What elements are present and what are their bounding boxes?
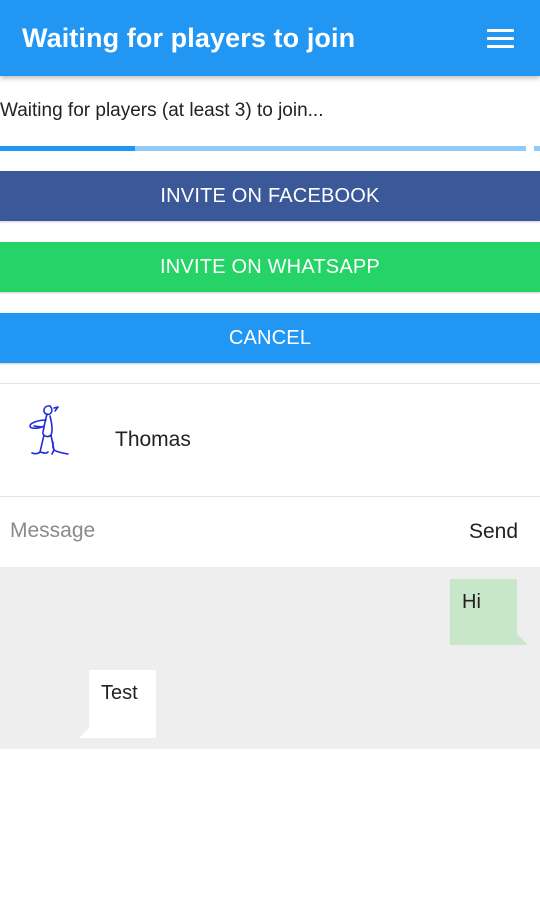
- hamburger-menu-icon[interactable]: [487, 29, 514, 48]
- invite-whatsapp-button[interactable]: INVITE ON WHATSAPP: [0, 242, 540, 292]
- chat-messages: Hi Test: [0, 567, 540, 749]
- app-bar: Waiting for players to join: [0, 0, 540, 76]
- outgoing-message-bubble: Hi: [450, 579, 528, 645]
- send-button[interactable]: Send: [469, 520, 518, 544]
- message-input[interactable]: [10, 514, 430, 548]
- page-title: Waiting for players to join: [22, 22, 356, 53]
- invite-facebook-button[interactable]: INVITE ON FACEBOOK: [0, 171, 540, 221]
- progress-bar-fill: [0, 146, 135, 151]
- waiting-status-text: Waiting for players (at least 3) to join…: [0, 100, 324, 121]
- progress-bar-gap: [526, 146, 534, 151]
- divider: [0, 496, 540, 497]
- player-name: Thomas: [115, 428, 191, 451]
- player-list-item: Thomas: [0, 384, 540, 496]
- incoming-message-bubble: Test: [79, 670, 156, 738]
- doodle-avatar-icon: [24, 402, 74, 464]
- message-composer: Send: [0, 498, 540, 567]
- progress-bar: [0, 146, 540, 151]
- cancel-button[interactable]: CANCEL: [0, 313, 540, 363]
